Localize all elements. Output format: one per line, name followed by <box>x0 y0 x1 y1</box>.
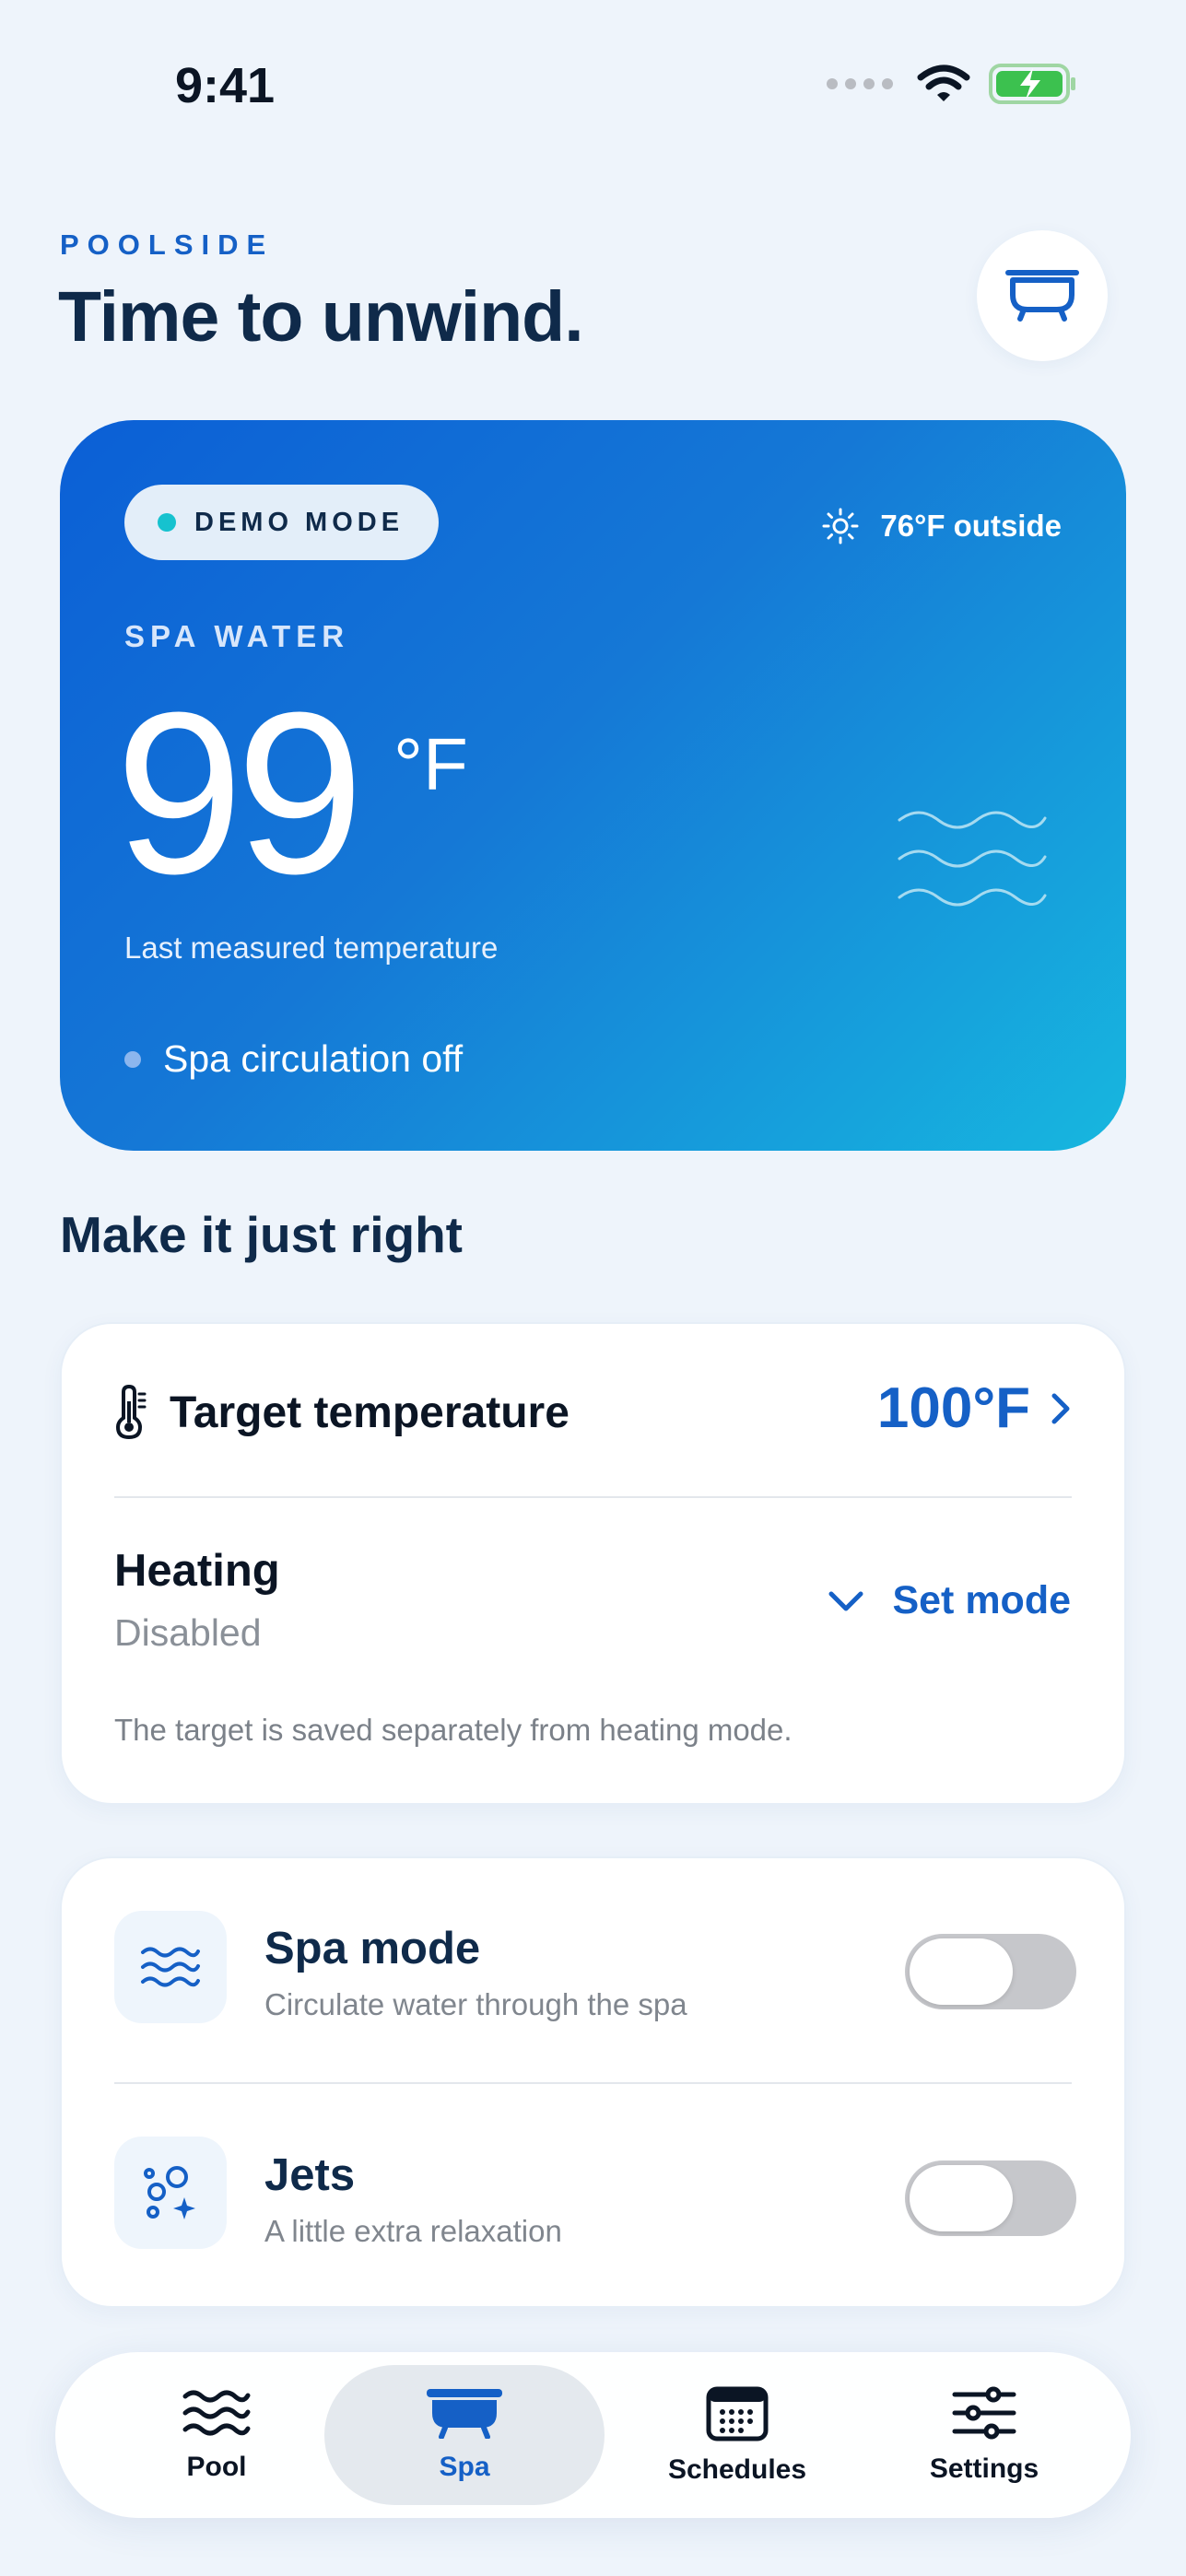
battery-charging-icon <box>989 64 1075 104</box>
circulation-status: Spa circulation off <box>124 1037 463 1081</box>
outside-temperature: 76°F outside <box>821 507 1062 545</box>
set-mode-button[interactable]: Set mode <box>828 1578 1071 1623</box>
outside-temperature-label: 76°F outside <box>880 509 1062 543</box>
tab-settings-label: Settings <box>929 2453 1039 2484</box>
jets-tile <box>114 2137 227 2249</box>
pool-waves-icon <box>182 2390 251 2436</box>
demo-status-dot <box>158 513 176 532</box>
heating-status: Disabled <box>114 1611 262 1654</box>
status-icons <box>827 63 1077 105</box>
tab-schedules[interactable]: Schedules <box>617 2352 857 2518</box>
target-temperature-button[interactable]: 100°F <box>877 1376 1071 1441</box>
spa-temperature-unit: °F <box>393 723 468 805</box>
tab-spa[interactable]: Spa <box>324 2365 605 2505</box>
tab-pool-label: Pool <box>186 2452 247 2482</box>
water-waves-icon <box>898 811 1047 907</box>
tab-pool[interactable]: Pool <box>111 2352 323 2518</box>
wifi-icon <box>917 64 970 101</box>
tab-schedules-label: Schedules <box>667 2454 807 2485</box>
heating-note: The target is saved separately from heat… <box>114 1713 793 1747</box>
page-title: Time to unwind. <box>58 277 584 357</box>
spa-mode-title: Spa mode <box>264 1924 481 1973</box>
toggle-knob <box>910 1938 1013 2005</box>
divider <box>114 2082 1072 2084</box>
spa-temperature-value: 99 <box>115 664 364 921</box>
screen: 9:41 POOLSIDE Time to unwind. DEMO MODE <box>0 0 1186 2576</box>
spa-mode-subtitle: Circulate water through the spa <box>264 1987 687 2021</box>
spa-mode-toggle[interactable] <box>905 1934 1076 2009</box>
target-temperature-label: Target temperature <box>170 1388 570 1437</box>
chevron-down-icon <box>828 1591 863 1610</box>
divider <box>114 1496 1072 1498</box>
waves-icon <box>141 1947 200 1987</box>
target-temperature-row[interactable]: Target temperature <box>114 1385 570 1440</box>
target-temperature-card: Target temperature 100°F Heating Disable… <box>60 1322 1126 1805</box>
tab-settings[interactable]: Settings <box>874 2352 1095 2518</box>
jets-toggle[interactable] <box>905 2160 1076 2236</box>
heating-title: Heating <box>114 1546 280 1596</box>
target-temperature-value: 100°F <box>876 1376 1030 1440</box>
jets-title: Jets <box>264 2150 356 2200</box>
jets-subtitle: A little extra relaxation <box>264 2214 562 2248</box>
tab-bar: Pool Spa Schedules Settings <box>55 2352 1131 2518</box>
circulation-status-label: Spa circulation off <box>163 1037 464 1080</box>
spa-controls-card: Spa mode Circulate water through the spa… <box>60 1856 1126 2308</box>
section-title: Make it just right <box>60 1206 463 1263</box>
calendar-icon <box>706 2386 769 2441</box>
bathtub-icon <box>1005 270 1079 322</box>
bathtub-icon <box>427 2389 502 2439</box>
sliders-icon <box>952 2386 1016 2440</box>
spa-profile-button[interactable] <box>977 230 1108 361</box>
status-time: 9:41 <box>175 58 276 113</box>
sun-icon <box>822 508 859 544</box>
tab-spa-label: Spa <box>439 2452 490 2482</box>
temperature-caption: Last measured temperature <box>124 931 499 965</box>
demo-mode-badge: DEMO MODE <box>124 485 440 560</box>
app-eyebrow: POOLSIDE <box>60 228 275 261</box>
chevron-right-icon <box>1051 1393 1070 1423</box>
spa-mode-tile <box>114 1911 227 2023</box>
signal-dots-icon <box>827 78 893 89</box>
bubbles-icon <box>144 2166 195 2219</box>
spa-water-card: DEMO MODE 76°F outside SPA WATER 99 °F L… <box>60 420 1126 1151</box>
demo-mode-label: DEMO MODE <box>194 507 405 537</box>
toggle-knob <box>910 2165 1013 2231</box>
circulation-status-dot <box>124 1050 141 1068</box>
thermometer-icon <box>115 1385 147 1440</box>
set-mode-label: Set mode <box>892 1578 1071 1622</box>
spa-water-label: SPA WATER <box>124 619 350 653</box>
